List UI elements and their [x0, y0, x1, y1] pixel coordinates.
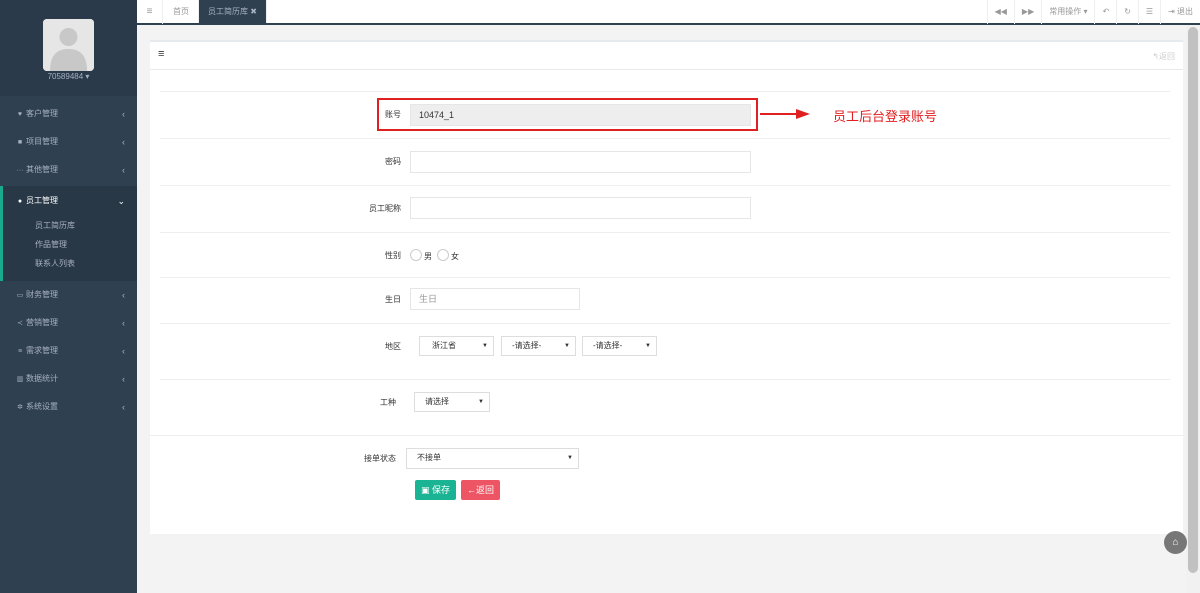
birthday-input[interactable]: 生日 — [410, 288, 580, 310]
gender-male-radio[interactable] — [410, 249, 422, 261]
chevron-left-icon: ‹ — [122, 109, 125, 119]
divider — [160, 138, 1170, 139]
sidebar-item-marketing[interactable]: ≺ 营销管理 ‹ — [0, 309, 137, 337]
sidebar: 70589484 ▾ ♥ 客户管理 ‹ ■ 项目管理 ‹ ··· 其他管理 ‹ ● 员工… — [0, 0, 137, 593]
common-ops-dropdown[interactable]: 常用操作 ▾ — [1041, 0, 1094, 24]
caret-down-icon: ▼ — [567, 455, 573, 461]
save-button[interactable]: ▣ 保存 — [415, 480, 457, 500]
chevron-down-icon: ⌄ — [117, 196, 125, 206]
caret-down-icon: ▼ — [564, 343, 570, 349]
chevron-left-icon: ‹ — [122, 374, 125, 384]
tab-bar: ≡ 首页 员工简历库 ✖ ◀◀ ▶▶ 常用操作 ▾ ↶ ↻ ☰ ⇥ 退出 — [137, 0, 1200, 25]
reply-icon: ↰ — [1152, 52, 1159, 61]
password-label: 密码 — [385, 157, 401, 166]
province-select[interactable]: 浙江省 ▼ — [419, 336, 494, 356]
panel-header: ≡ ↰返回 — [150, 42, 1183, 70]
close-tab-icon[interactable]: ✖ — [250, 7, 257, 16]
annotation-note: 员工后台登录账号 — [833, 109, 938, 124]
back-link[interactable]: ↰返回 — [1152, 51, 1175, 62]
submenu-works[interactable]: 作品管理 — [3, 235, 137, 254]
divider — [160, 232, 1170, 233]
worktype-select[interactable]: 请选择 ▼ — [414, 392, 490, 412]
sidebar-nav: ♥ 客户管理 ‹ ■ 项目管理 ‹ ··· 其他管理 ‹ ● 员工管理 ⌄ 员工简历库 … — [0, 100, 137, 421]
user-silhouette-icon — [43, 19, 94, 71]
birthday-label: 生日 — [385, 295, 401, 304]
district-select[interactable]: -请选择- ▼ — [582, 336, 657, 356]
order-status-select[interactable]: 不接单 ▼ — [406, 448, 579, 469]
tab-resume[interactable]: 员工简历库 ✖ — [199, 0, 267, 23]
scrollbar[interactable] — [1186, 25, 1200, 593]
avatar[interactable] — [43, 19, 94, 71]
chevron-left-icon: ‹ — [122, 290, 125, 300]
briefcase-icon: ■ — [17, 139, 23, 146]
divider — [160, 277, 1170, 278]
share-icon: ≺ — [17, 320, 23, 327]
divider — [160, 379, 1170, 380]
nickname-input[interactable] — [410, 197, 751, 219]
ellipsis-icon: ··· — [16, 167, 24, 174]
nickname-label: 员工昵称 — [369, 204, 401, 213]
arrow-left-icon: ← — [467, 485, 476, 495]
region-label: 地区 — [385, 342, 401, 351]
divider — [160, 185, 1170, 186]
order-status-label: 接单状态 — [364, 454, 396, 463]
chevron-left-icon: ‹ — [122, 402, 125, 412]
sidebar-item-other[interactable]: ··· 其他管理 ‹ — [0, 156, 137, 184]
fullscreen-icon[interactable]: ☰ — [1137, 0, 1160, 24]
staff-submenu: 员工简历库 作品管理 联系人列表 — [0, 216, 137, 281]
hamburger-icon[interactable]: ≡ — [158, 48, 164, 60]
gender-male-label: 男 — [424, 252, 432, 261]
chevron-left-icon: ‹ — [122, 346, 125, 356]
back-button[interactable]: ←返回 — [461, 480, 501, 500]
annotation-arrow-icon — [760, 109, 810, 119]
divider — [160, 323, 1170, 324]
logout-button[interactable]: ⇥ 退出 — [1160, 0, 1200, 24]
sidebar-item-customer[interactable]: ♥ 客户管理 ‹ — [0, 100, 137, 128]
logout-icon: ⇥ — [1168, 7, 1175, 16]
caret-down-icon: ▼ — [482, 343, 488, 349]
password-input[interactable] — [410, 151, 751, 173]
list-icon: ≡ — [17, 348, 23, 355]
home-float-button[interactable]: ⌂ — [1164, 531, 1187, 554]
city-select[interactable]: -请选择- ▼ — [501, 336, 576, 356]
users-icon: ● — [17, 198, 23, 205]
tab-tools: ◀◀ ▶▶ 常用操作 ▾ ↶ ↻ ☰ ⇥ 退出 — [986, 0, 1200, 24]
scroll-left-icon[interactable]: ◀◀ — [986, 0, 1014, 24]
chevron-left-icon: ‹ — [122, 137, 125, 147]
money-icon: ▭ — [16, 292, 24, 299]
scroll-right-icon[interactable]: ▶▶ — [1013, 0, 1041, 24]
sidebar-item-settings[interactable]: ✲ 系统设置 ‹ — [0, 393, 137, 421]
sidebar-item-stats[interactable]: ▥ 数据统计 ‹ — [0, 365, 137, 393]
bar-chart-icon: ▥ — [16, 376, 24, 383]
tab-home[interactable]: 首页 — [164, 0, 199, 23]
home-icon: ⌂ — [1172, 537, 1179, 548]
submenu-resume[interactable]: 员工简历库 — [3, 216, 137, 235]
heart-icon: ♥ — [17, 111, 23, 118]
menu-toggle-icon[interactable]: ≡ — [137, 0, 163, 24]
chevron-left-icon: ‹ — [122, 165, 125, 175]
gender-female-radio[interactable] — [437, 249, 449, 261]
profile: 70589484 ▾ — [0, 0, 137, 96]
undo-icon[interactable]: ↶ — [1094, 0, 1116, 24]
annotation-highlight-box — [377, 98, 758, 131]
divider — [160, 91, 1170, 92]
scrollbar-thumb[interactable] — [1188, 27, 1198, 573]
divider — [150, 435, 1183, 436]
sidebar-item-demand[interactable]: ≡ 需求管理 ‹ — [0, 337, 137, 365]
caret-down-icon: ▼ — [478, 399, 484, 405]
refresh-icon[interactable]: ↻ — [1116, 0, 1138, 24]
sidebar-item-project[interactable]: ■ 项目管理 ‹ — [0, 128, 137, 156]
username-dropdown[interactable]: 70589484 ▾ — [0, 72, 137, 81]
gear-icon: ✲ — [17, 404, 23, 411]
gender-label: 性别 — [385, 251, 401, 260]
chevron-left-icon: ‹ — [122, 318, 125, 328]
sidebar-item-finance[interactable]: ▭ 财务管理 ‹ — [0, 281, 137, 309]
floppy-icon: ▣ — [421, 485, 430, 495]
submenu-contacts[interactable]: 联系人列表 — [3, 254, 137, 273]
sidebar-item-staff[interactable]: ● 员工管理 ⌄ — [0, 186, 137, 216]
worktype-label: 工种 — [380, 398, 396, 407]
caret-down-icon: ▼ — [645, 343, 651, 349]
gender-female-label: 女 — [451, 252, 459, 261]
